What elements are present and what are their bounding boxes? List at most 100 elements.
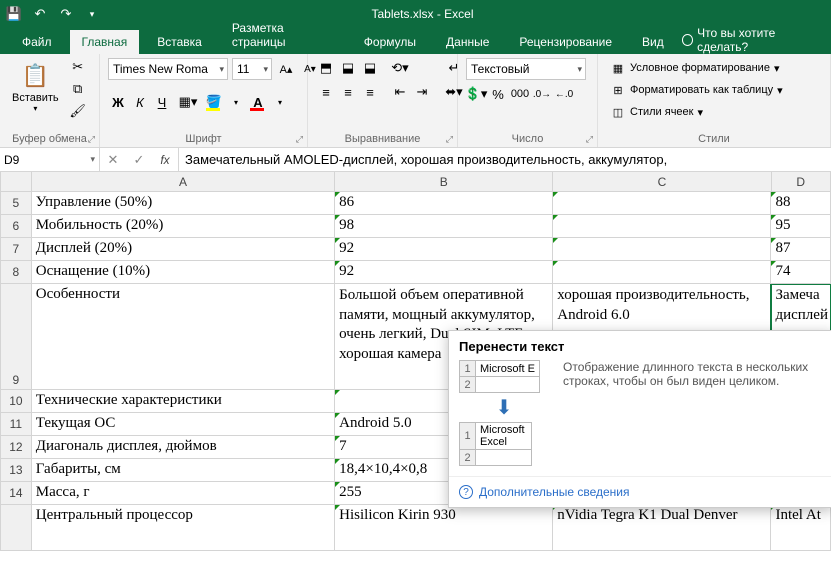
underline-button[interactable]: Ч bbox=[152, 92, 172, 112]
cell[interactable] bbox=[553, 192, 771, 215]
row-header[interactable]: 11 bbox=[0, 413, 32, 436]
fill-color-icon[interactable]: 🪣 bbox=[204, 92, 224, 112]
undo-icon[interactable]: ↶ bbox=[32, 6, 48, 22]
save-icon[interactable]: 💾 bbox=[6, 6, 22, 22]
font-color-icon[interactable]: A bbox=[248, 92, 268, 112]
cell[interactable]: 98 bbox=[335, 215, 553, 238]
cell[interactable] bbox=[553, 215, 771, 238]
ribbon-tabs: Файл Главная Вставка Разметка страницы Ф… bbox=[0, 28, 831, 54]
row-header[interactable]: 5 bbox=[0, 192, 32, 215]
tab-data[interactable]: Данные bbox=[434, 30, 501, 54]
tab-formulas[interactable]: Формулы bbox=[352, 30, 428, 54]
decrease-decimal-icon[interactable]: ←.0 bbox=[554, 84, 574, 104]
cell[interactable]: nVidia Tegra K1 Dual Denver bbox=[553, 505, 771, 551]
align-right-icon[interactable]: ≡ bbox=[360, 82, 380, 102]
tooltip-more-info-link[interactable]: ?Дополнительные сведения bbox=[459, 485, 822, 499]
redo-icon[interactable]: ↷ bbox=[58, 6, 74, 22]
tab-review[interactable]: Рецензирование bbox=[507, 30, 624, 54]
cell[interactable]: 92 bbox=[335, 238, 553, 261]
cell[interactable]: Технические характеристики bbox=[32, 390, 335, 413]
cell[interactable]: Дисплей (20%) bbox=[32, 238, 335, 261]
cell[interactable]: Мобильность (20%) bbox=[32, 215, 335, 238]
copy-icon[interactable]: ⧉ bbox=[69, 80, 87, 98]
format-painter-icon[interactable]: 🖌 bbox=[69, 102, 87, 120]
font-size-combo[interactable]: 11 bbox=[232, 58, 272, 80]
number-launcher-icon[interactable]: ⤢ bbox=[586, 134, 593, 145]
cell[interactable]: Особенности bbox=[32, 284, 335, 390]
cell[interactable]: Оснащение (10%) bbox=[32, 261, 335, 284]
tab-file[interactable]: Файл bbox=[10, 30, 64, 54]
tab-home[interactable]: Главная bbox=[70, 30, 140, 54]
alignment-launcher-icon[interactable]: ⤢ bbox=[446, 134, 453, 145]
align-center-icon[interactable]: ≡ bbox=[338, 82, 358, 102]
cell[interactable]: 86 bbox=[335, 192, 553, 215]
cell[interactable]: Intel At bbox=[771, 505, 831, 551]
tab-page-layout[interactable]: Разметка страницы bbox=[220, 16, 346, 54]
bold-button[interactable]: Ж bbox=[108, 92, 128, 112]
clipboard-launcher-icon[interactable]: ⤢ bbox=[88, 134, 95, 145]
cancel-formula-icon[interactable]: ✕ bbox=[100, 148, 126, 171]
italic-button[interactable]: К bbox=[130, 92, 150, 112]
increase-font-icon[interactable]: A▴ bbox=[276, 59, 296, 79]
tell-me[interactable]: Что вы хотите сделать? bbox=[682, 26, 821, 54]
fx-icon[interactable]: fx bbox=[152, 148, 178, 171]
row-header[interactable]: 10 bbox=[0, 390, 32, 413]
cell[interactable]: 88 bbox=[771, 192, 831, 215]
orientation-icon[interactable]: ⟲▾ bbox=[390, 58, 410, 78]
col-header-d[interactable]: D bbox=[772, 172, 831, 192]
cell[interactable]: Габариты, см bbox=[32, 459, 335, 482]
col-header-c[interactable]: C bbox=[553, 172, 771, 192]
paste-button[interactable]: 📋 Вставить ▾ bbox=[8, 58, 63, 115]
font-name-combo[interactable]: Times New Roma bbox=[108, 58, 228, 80]
cell[interactable]: Hisilicon Kirin 930 bbox=[335, 505, 553, 551]
cell[interactable]: 92 bbox=[335, 261, 553, 284]
cell[interactable] bbox=[553, 261, 771, 284]
row-header[interactable]: 9 bbox=[0, 284, 32, 390]
row-header[interactable]: 7 bbox=[0, 238, 32, 261]
align-bottom-icon[interactable]: ⬓ bbox=[360, 58, 380, 78]
row-header[interactable]: 14 bbox=[0, 482, 32, 505]
row-header[interactable] bbox=[0, 505, 32, 551]
tab-insert[interactable]: Вставка bbox=[145, 30, 214, 54]
cell[interactable]: 95 bbox=[771, 215, 831, 238]
number-format-combo[interactable]: Текстовый bbox=[466, 58, 586, 80]
cell[interactable]: Центральный процессор bbox=[32, 505, 335, 551]
format-as-table-button[interactable]: ⊞Форматировать как таблицу ▾ bbox=[606, 80, 787, 100]
tab-view[interactable]: Вид bbox=[630, 30, 676, 54]
conditional-formatting-button[interactable]: ▦Условное форматирование ▾ bbox=[606, 58, 783, 78]
cell[interactable]: Масса, г bbox=[32, 482, 335, 505]
cell-styles-button[interactable]: ◫Стили ячеек ▾ bbox=[606, 102, 707, 122]
cell[interactable] bbox=[553, 238, 771, 261]
name-box[interactable]: D9 bbox=[0, 148, 100, 171]
col-header-a[interactable]: A bbox=[32, 172, 335, 192]
select-all-corner[interactable] bbox=[0, 172, 32, 192]
cell[interactable]: Текущая ОС bbox=[32, 413, 335, 436]
border-icon[interactable]: ▦▾ bbox=[178, 92, 198, 112]
row-header[interactable]: 13 bbox=[0, 459, 32, 482]
align-left-icon[interactable]: ≡ bbox=[316, 82, 336, 102]
decrease-indent-icon[interactable]: ⇤ bbox=[390, 82, 410, 102]
cell[interactable]: 87 bbox=[771, 238, 831, 261]
cell[interactable]: 74 bbox=[771, 261, 831, 284]
row-header[interactable]: 12 bbox=[0, 436, 32, 459]
increase-indent-icon[interactable]: ⇥ bbox=[412, 82, 432, 102]
align-top-icon[interactable]: ⬒ bbox=[316, 58, 336, 78]
percent-icon[interactable]: % bbox=[488, 84, 508, 104]
enter-formula-icon[interactable]: ✓ bbox=[126, 148, 152, 171]
font-color-dropdown[interactable]: ▾ bbox=[270, 92, 290, 112]
cell[interactable]: Управление (50%) bbox=[32, 192, 335, 215]
formula-bar[interactable]: Замечательный AMOLED-дисплей, хорошая пр… bbox=[179, 148, 831, 171]
col-header-b[interactable]: B bbox=[335, 172, 553, 192]
accounting-icon[interactable]: 💲▾ bbox=[466, 84, 486, 104]
row-header[interactable]: 6 bbox=[0, 215, 32, 238]
increase-decimal-icon[interactable]: .0→ bbox=[532, 84, 552, 104]
comma-icon[interactable]: 000 bbox=[510, 84, 530, 104]
font-launcher-icon[interactable]: ⤢ bbox=[296, 134, 303, 145]
qat-dropdown-icon[interactable]: ▾ bbox=[84, 6, 100, 22]
cut-icon[interactable]: ✂ bbox=[69, 58, 87, 76]
fill-color-dropdown[interactable]: ▾ bbox=[226, 92, 246, 112]
help-icon: ? bbox=[459, 485, 473, 499]
row-header[interactable]: 8 bbox=[0, 261, 32, 284]
align-middle-icon[interactable]: ⬓ bbox=[338, 58, 358, 78]
cell[interactable]: Диагональ дисплея, дюймов bbox=[32, 436, 335, 459]
